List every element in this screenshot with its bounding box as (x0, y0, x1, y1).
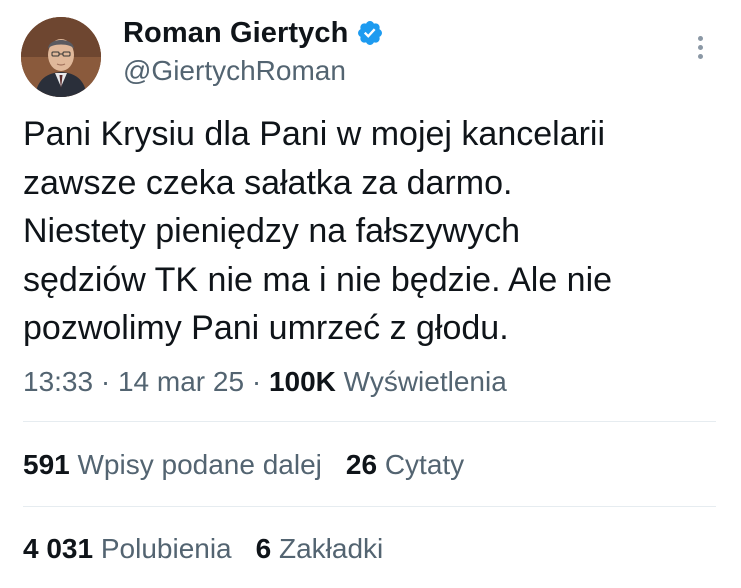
tweet-text-line: Pani Krysiu dla Pani w mojej kancelarii (23, 115, 606, 153)
stats-row-shares: 591 Wpisy podane dalej 26 Cytaty (23, 449, 464, 481)
stats-row-likes: 4 031 Polubienia 6 Zakładki (23, 533, 383, 565)
views-count: 100K (268, 366, 336, 397)
retweets-stat[interactable]: 591 Wpisy podane dalej (23, 449, 322, 480)
likes-stat[interactable]: 4 031 Polubienia (23, 533, 232, 564)
views-label: Wyświetlenia (343, 366, 507, 397)
author-name-row: Roman Giertych (123, 16, 384, 50)
meta-separator: · (251, 366, 262, 397)
tweet-meta: 13:33 · 14 mar 25 · 100K Wyświetlenia (23, 366, 507, 398)
quotes-label: Cytaty (384, 449, 465, 480)
avatar-photo (21, 17, 101, 97)
likes-count: 4 031 (23, 533, 94, 564)
bookmarks-label: Zakładki (279, 533, 384, 564)
more-vertical-icon[interactable] (690, 34, 712, 60)
avatar[interactable] (21, 17, 101, 97)
tweet-card: Roman Giertych @GiertychRoman Pani Krysi… (0, 0, 741, 588)
author-handle[interactable]: @GiertychRoman (123, 55, 346, 87)
quotes-count: 26 (345, 449, 378, 480)
meta-separator: · (100, 366, 111, 397)
bookmarks-stat[interactable]: 6 Zakładki (256, 533, 384, 564)
divider (23, 421, 716, 422)
retweets-count: 591 (23, 449, 70, 480)
author-display-name[interactable]: Roman Giertych (123, 17, 348, 50)
bookmarks-count: 6 (255, 533, 272, 564)
retweets-label: Wpisy podane dalej (77, 449, 322, 480)
tweet-text-line: Niestety pieniędzy na fałszywych (23, 212, 521, 250)
divider (23, 506, 716, 507)
verified-badge-icon[interactable] (356, 19, 384, 47)
tweet-text-line: sędziów TK nie ma i nie będzie. Ale nie (23, 260, 613, 299)
tweet-date[interactable]: 14 mar 25 (118, 366, 244, 397)
likes-label: Polubienia (100, 533, 232, 564)
quotes-stat[interactable]: 26 Cytaty (346, 449, 464, 480)
tweet-text-line: zawsze czeka sałatka za darmo. (23, 163, 513, 202)
tweet-time[interactable]: 13:33 (23, 366, 93, 397)
tweet-text: Pani Krysiu dla Pani w mojej kancelarii … (23, 110, 723, 353)
tweet-text-line: pozwolimy Pani umrzeć z głodu. (23, 309, 509, 347)
